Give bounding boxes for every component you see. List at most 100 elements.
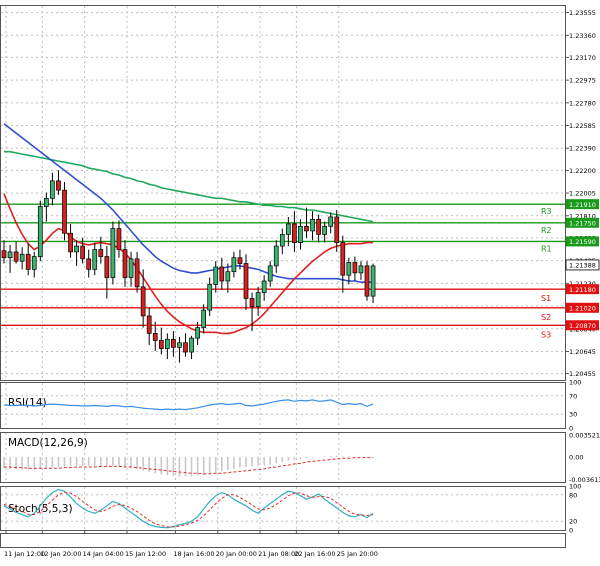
candle[interactable] bbox=[243, 254, 249, 311]
time-label: 11 Jan 12:00 bbox=[4, 550, 45, 558]
candle[interactable] bbox=[298, 219, 303, 250]
time-label: 14 Jan 04:00 bbox=[83, 550, 124, 558]
candle-body bbox=[267, 265, 273, 282]
candle[interactable] bbox=[13, 241, 19, 264]
price-axis[interactable]: 1.23555 1.23360 1.23170 1.22975 1.22780 1.225… bbox=[565, 9, 600, 378]
current-price-value: 1.21388 bbox=[569, 262, 596, 270]
candle[interactable] bbox=[273, 240, 279, 273]
candle[interactable] bbox=[86, 249, 92, 278]
rsi-line bbox=[3, 399, 374, 411]
candle-body bbox=[171, 338, 176, 348]
candle[interactable] bbox=[62, 182, 67, 241]
level-price-value: 1.20870 bbox=[569, 322, 596, 330]
candle[interactable] bbox=[322, 221, 327, 243]
candle-body bbox=[140, 286, 146, 317]
rsi-title: RSI(14) bbox=[8, 397, 47, 409]
time-label: 12 Jan 20:00 bbox=[40, 550, 81, 558]
macd-signal-line bbox=[4, 457, 374, 475]
level-price-value: 1.21750 bbox=[569, 220, 596, 228]
candle-body bbox=[261, 280, 267, 294]
candle[interactable] bbox=[189, 335, 194, 360]
candle[interactable] bbox=[370, 263, 376, 304]
candle[interactable] bbox=[231, 251, 237, 278]
candle[interactable] bbox=[25, 243, 31, 276]
rsi-tick-label: 30 bbox=[569, 411, 577, 419]
stochastic-panel[interactable]: Stoch(5,5,3)10080200 bbox=[1, 483, 581, 535]
price-tick-label: 1.23555 bbox=[569, 9, 596, 17]
candle[interactable] bbox=[171, 331, 176, 357]
candle[interactable] bbox=[7, 244, 13, 273]
level-price-value: 1.21020 bbox=[569, 305, 596, 313]
candle-body bbox=[340, 242, 346, 276]
candle[interactable] bbox=[340, 235, 346, 293]
panel-frame bbox=[0, 5, 566, 381]
candle-body bbox=[358, 265, 364, 274]
candlestick-series[interactable] bbox=[1, 170, 376, 363]
price-tick-label: 1.23360 bbox=[569, 32, 596, 40]
candle-body bbox=[298, 225, 303, 243]
candle-body bbox=[286, 223, 291, 235]
level-price-value: 1.21180 bbox=[569, 286, 596, 294]
price-tick-label: 1.20645 bbox=[569, 348, 596, 356]
price-tick-label: 1.22780 bbox=[569, 99, 596, 107]
candle[interactable] bbox=[92, 242, 98, 276]
candle[interactable] bbox=[128, 251, 134, 287]
candle-body bbox=[231, 257, 237, 273]
candle-body bbox=[74, 245, 79, 253]
price-tick-label: 1.22200 bbox=[569, 167, 596, 175]
candle-body bbox=[128, 258, 134, 278]
candle[interactable] bbox=[50, 172, 55, 206]
candle-body bbox=[304, 225, 309, 232]
grid-lines bbox=[1, 6, 565, 530]
trading-chart[interactable]: R3 R2 R1 S1 S2 S3 1.23555 1.23360 1.23170 1.2297… bbox=[0, 0, 600, 566]
candle[interactable] bbox=[255, 286, 261, 316]
candle[interactable] bbox=[68, 223, 73, 258]
candle[interactable] bbox=[177, 336, 182, 363]
candle[interactable] bbox=[140, 269, 146, 328]
candle[interactable] bbox=[56, 170, 61, 195]
price-tick-label: 1.22005 bbox=[569, 190, 596, 198]
candle[interactable] bbox=[279, 228, 285, 255]
candle[interactable] bbox=[116, 220, 122, 258]
candle-body bbox=[37, 206, 43, 257]
candle-body bbox=[225, 271, 231, 282]
candle-body bbox=[183, 342, 188, 353]
candle-body bbox=[279, 234, 285, 247]
candle[interactable] bbox=[261, 275, 267, 301]
candle[interactable] bbox=[37, 200, 43, 262]
candle[interactable] bbox=[110, 221, 116, 285]
candle[interactable] bbox=[134, 251, 140, 293]
time-label: 18 Jan 16:00 bbox=[173, 550, 214, 558]
candle[interactable] bbox=[1, 240, 7, 264]
candle[interactable] bbox=[43, 192, 49, 222]
candle-body bbox=[219, 266, 225, 282]
candle[interactable] bbox=[364, 261, 370, 301]
candle-body bbox=[68, 232, 73, 253]
rsi-panel[interactable]: RSI(14)10070300 bbox=[1, 379, 581, 433]
ma-mid-line bbox=[3, 123, 374, 284]
candle-body bbox=[273, 245, 279, 267]
macd-panel[interactable]: MACD(12,26,9)0.0035210.00-0.003613 bbox=[3, 431, 600, 484]
candle-body bbox=[316, 218, 321, 235]
candle[interactable] bbox=[183, 333, 188, 357]
candle-body bbox=[328, 216, 334, 227]
candle[interactable] bbox=[213, 261, 219, 293]
candle[interactable] bbox=[358, 261, 364, 280]
candle[interactable] bbox=[165, 333, 170, 360]
candle[interactable] bbox=[292, 211, 297, 252]
candle-body bbox=[122, 249, 128, 278]
candle[interactable] bbox=[146, 307, 152, 346]
candle[interactable] bbox=[158, 327, 164, 355]
candle[interactable] bbox=[74, 240, 79, 266]
candle[interactable] bbox=[31, 251, 37, 278]
candle[interactable] bbox=[219, 257, 225, 290]
candle[interactable] bbox=[152, 321, 158, 351]
candle[interactable] bbox=[19, 247, 25, 270]
ma-fast-line bbox=[3, 193, 374, 335]
candle-body bbox=[189, 337, 194, 353]
candle[interactable] bbox=[122, 240, 128, 287]
macd-tick-label: 0.00 bbox=[569, 454, 583, 462]
candle[interactable] bbox=[104, 246, 110, 299]
scroll-strip[interactable] bbox=[0, 533, 566, 548]
candle-body bbox=[7, 251, 13, 259]
